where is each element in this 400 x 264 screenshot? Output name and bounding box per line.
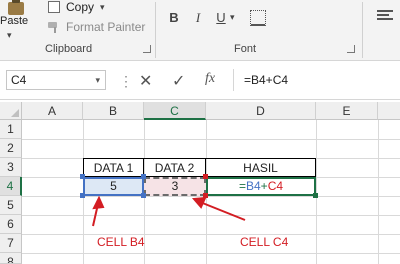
bold-button[interactable]: B xyxy=(166,9,182,27)
annotation-arrows xyxy=(92,195,246,227)
copy-label: Copy xyxy=(66,0,95,14)
chevron-down-icon[interactable]: ▾ xyxy=(230,12,235,23)
paste-button[interactable]: Paste ▾ xyxy=(0,0,40,40)
font-dialog-launcher-icon[interactable] xyxy=(347,45,355,53)
ribbon-separator xyxy=(362,2,363,58)
more-icon: ⋮ xyxy=(119,73,133,89)
borders-icon[interactable] xyxy=(250,10,266,26)
clipboard-dialog-launcher-icon[interactable] xyxy=(143,45,151,53)
worksheet-grid: A B C D E 1 2 3 4 5 6 7 8 DATA 1 DATA 2 … xyxy=(0,102,400,264)
clipboard-group-label: Clipboard xyxy=(45,43,93,55)
italic-button[interactable]: I xyxy=(190,9,206,27)
underline-button[interactable]: U xyxy=(213,9,229,27)
chevron-down-icon[interactable]: ▾ xyxy=(7,30,12,41)
name-box[interactable]: C4 ▾ xyxy=(6,70,106,90)
arrow-to-c4 xyxy=(191,196,246,221)
paste-label: Paste xyxy=(0,15,29,27)
format-painter-icon xyxy=(48,21,60,33)
name-box-value: C4 xyxy=(11,73,27,87)
arrow-to-b4 xyxy=(92,195,105,227)
copy-button[interactable]: Copy ▾ xyxy=(48,0,105,14)
ribbon-separator xyxy=(155,2,156,58)
formula-input[interactable]: =B4+C4 xyxy=(233,69,400,91)
format-painter-button[interactable]: Format Painter xyxy=(48,19,145,35)
chevron-down-icon[interactable]: ▾ xyxy=(95,71,100,89)
chevron-down-icon[interactable]: ▾ xyxy=(100,2,105,13)
align-icon[interactable] xyxy=(377,10,393,24)
enter-icon[interactable]: ✓ xyxy=(172,71,185,91)
format-painter-label: Format Painter xyxy=(66,20,146,34)
formula-bar: C4 ▾ ⋮ ✕ ✓ fx =B4+C4 xyxy=(0,61,400,100)
cancel-icon[interactable]: ✕ xyxy=(139,71,152,91)
insert-function-icon[interactable]: fx xyxy=(205,71,215,87)
paste-icon xyxy=(8,0,24,15)
copy-icon xyxy=(48,1,60,13)
font-group-label: Font xyxy=(234,43,257,55)
ribbon: Paste ▾ Copy ▾ Format Painter Clipboard … xyxy=(0,0,400,61)
